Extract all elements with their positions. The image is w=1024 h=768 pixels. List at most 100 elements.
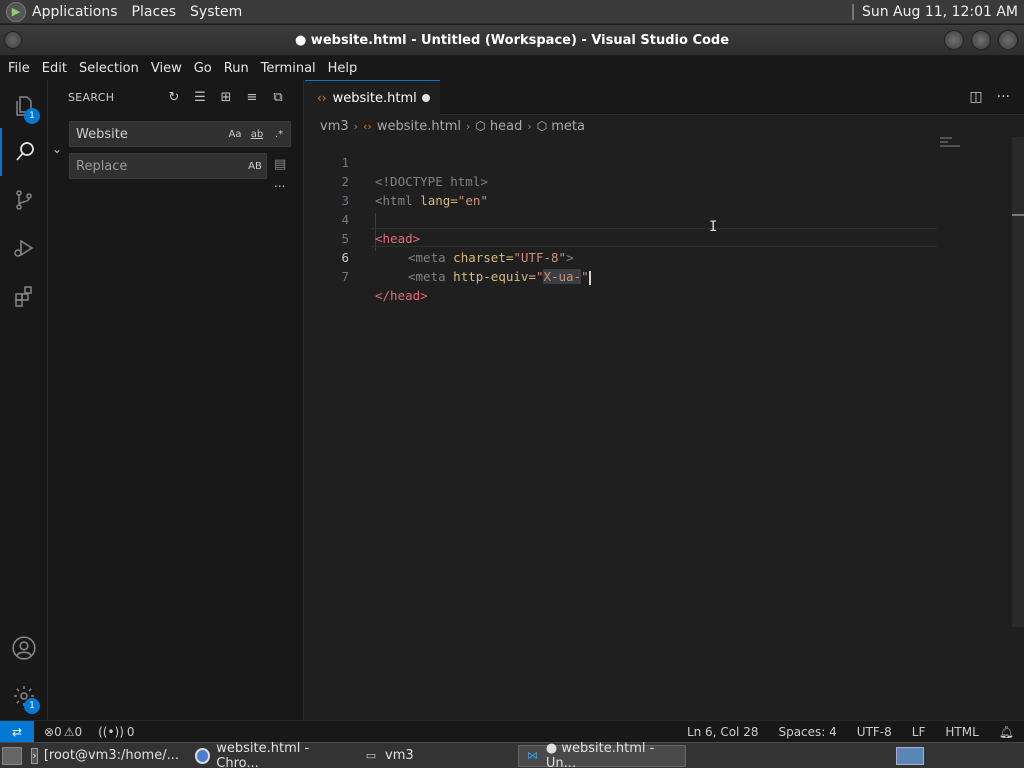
window-titlebar[interactable]: ● website.html - Untitled (Workspace) - … <box>0 25 1024 56</box>
status-bar: ⇄ ⊗ 0 ⚠ 0 ((•)) 0 Ln 6, Col 28 Spaces: 4… <box>0 720 1024 743</box>
panel-menu-applications[interactable]: Applications <box>32 4 118 20</box>
menu-run[interactable]: Run <box>218 61 255 76</box>
vscode-icon: ⋈ <box>526 749 538 762</box>
minimize-button[interactable] <box>944 30 964 50</box>
toggle-search-details-button[interactable]: ... <box>274 176 285 190</box>
maximize-button[interactable] <box>971 30 991 50</box>
panel-menu-system[interactable]: System <box>190 4 242 20</box>
close-button[interactable] <box>998 30 1018 50</box>
window-title: ● website.html - Untitled (Workspace) - … <box>294 32 730 48</box>
minimap[interactable] <box>940 137 968 151</box>
show-desktop-button[interactable] <box>2 746 22 765</box>
symbol-cube-icon: ⬡ <box>475 119 486 133</box>
language-mode[interactable]: HTML <box>945 725 978 739</box>
activity-run-debug[interactable] <box>0 224 48 272</box>
top-panel: ▶ Applications Places System Sun Aug 11,… <box>0 0 1024 24</box>
bell-icon[interactable]: 🔔︎ <box>999 725 1014 739</box>
code-line[interactable]: 4 <head> <box>305 191 1005 246</box>
breadcrumb-meta[interactable]: meta <box>551 119 585 134</box>
more-actions-icon[interactable]: ··· <box>997 89 1010 105</box>
encoding-status[interactable]: UTF-8 <box>857 725 892 739</box>
split-editor-icon[interactable]: ◫ <box>969 89 982 105</box>
folder-icon: ▭ <box>365 749 377 762</box>
panel-clock[interactable]: Sun Aug 11, 12:01 AM <box>862 4 1018 20</box>
chevron-right-icon: › <box>527 119 532 133</box>
editor-scrollbar[interactable] <box>1012 137 1024 627</box>
ports-count: 0 <box>126 724 135 739</box>
sidebar-title: SEARCH <box>68 91 115 104</box>
line-number: 7 <box>341 269 349 284</box>
clear-results-icon[interactable]: ☰ <box>187 90 213 105</box>
explorer-badge: 1 <box>24 108 40 124</box>
task-file-manager[interactable]: ▭ vm3 <box>356 745 516 767</box>
ports-status[interactable]: ((•)) 0 <box>98 725 134 739</box>
unsaved-dot-icon[interactable] <box>422 94 430 102</box>
indentation-status[interactable]: Spaces: 4 <box>778 725 836 739</box>
code-line[interactable]: 5 <meta charset="UTF-8"> <box>305 210 1005 265</box>
menu-selection[interactable]: Selection <box>73 61 145 76</box>
task-chrome[interactable]: website.html - Chro... <box>188 741 354 768</box>
activity-explorer[interactable]: 1 <box>0 82 48 130</box>
workspace-switcher[interactable] <box>896 747 924 765</box>
activity-extensions[interactable] <box>0 272 48 320</box>
activity-bar: 1 1 <box>0 80 48 720</box>
view-as-tree-icon[interactable]: ≡ <box>239 90 265 105</box>
refresh-icon[interactable]: ↻ <box>161 90 187 105</box>
match-case-icon[interactable]: Aa <box>224 129 246 140</box>
menu-file[interactable]: File <box>2 61 36 76</box>
window-menu-button[interactable] <box>4 31 22 49</box>
code-line-current[interactable]: 6 <meta http-equiv="X-ua-" <box>305 229 1005 285</box>
activity-search[interactable] <box>0 128 48 176</box>
eol-status[interactable]: LF <box>912 725 926 739</box>
cursor-position[interactable]: Ln 6, Col 28 <box>687 725 759 739</box>
tag-token: <meta <box>408 269 446 284</box>
task-vscode[interactable]: ⋈ ● website.html - Un... <box>518 741 686 768</box>
problems-status[interactable]: ⊗ 0 ⚠ 0 <box>44 725 82 739</box>
breadcrumb-folder[interactable]: vm3 <box>320 119 349 134</box>
menu-edit[interactable]: Edit <box>36 61 73 76</box>
preserve-case-icon[interactable]: AB <box>244 161 266 172</box>
menu-go[interactable]: Go <box>188 61 218 76</box>
task-terminal[interactable]: › [root@vm3:/home/... <box>24 745 186 767</box>
new-search-editor-icon[interactable]: ⊞ <box>213 90 239 105</box>
html-file-icon: ‹› <box>363 119 372 133</box>
search-icon <box>16 142 34 161</box>
breadcrumb-head[interactable]: head <box>490 119 522 134</box>
tab-website-html[interactable]: ‹› website.html <box>305 80 440 115</box>
tag-token: </head> <box>375 288 428 303</box>
breadcrumb-file[interactable]: website.html <box>377 119 461 134</box>
replace-all-icon[interactable]: ▤ <box>274 157 286 172</box>
tab-label: website.html <box>332 90 417 106</box>
code-line[interactable]: 1 <!DOCTYPE html> <box>305 134 1005 189</box>
search-input[interactable]: Website Aa ab .* <box>69 121 291 147</box>
selected-text: X-ua- <box>543 269 582 284</box>
menu-terminal[interactable]: Terminal <box>255 61 322 76</box>
error-count: 0 <box>54 724 62 739</box>
task-label: [root@vm3:/home/... <box>43 748 179 763</box>
menu-view[interactable]: View <box>145 61 188 76</box>
activity-accounts[interactable] <box>0 624 48 672</box>
code-line[interactable]: 2 <html lang="en" <box>305 153 1005 208</box>
chevron-right-icon: › <box>353 119 359 133</box>
extensions-icon <box>15 286 32 307</box>
use-regex-icon[interactable]: .* <box>268 129 290 140</box>
activity-manage[interactable]: 1 <box>0 672 48 720</box>
code-editor[interactable]: 1 <!DOCTYPE html> 2 <html lang="en" 3 4 … <box>305 137 1024 720</box>
menu-help[interactable]: Help <box>322 61 364 76</box>
distro-logo-icon[interactable]: ▶ <box>6 1 26 22</box>
menu-bar: File Edit Selection View Go Run Terminal… <box>0 56 1024 80</box>
code-line[interactable]: 7 </head> <box>305 248 1005 303</box>
task-label: ● website.html - Un... <box>545 740 655 768</box>
html-file-icon: ‹› <box>317 91 327 105</box>
broadcast-icon: ((•)) <box>98 724 124 739</box>
match-whole-word-icon[interactable]: ab <box>246 129 268 140</box>
activity-source-control[interactable] <box>0 176 48 224</box>
account-icon <box>12 636 36 660</box>
collapse-all-icon[interactable]: ⧉ <box>265 90 291 105</box>
remote-indicator-icon[interactable]: ⇄ <box>0 720 34 743</box>
replace-input[interactable]: Replace AB <box>69 153 267 179</box>
search-sidebar: SEARCH ↻ ☰ ⊞ ≡ ⧉ ⌄ Website Aa ab .* Repl… <box>48 80 304 720</box>
toggle-replace-icon[interactable]: ⌄ <box>52 142 62 156</box>
panel-menu-places[interactable]: Places <box>132 4 177 20</box>
code-line[interactable]: 3 <box>305 172 1005 208</box>
